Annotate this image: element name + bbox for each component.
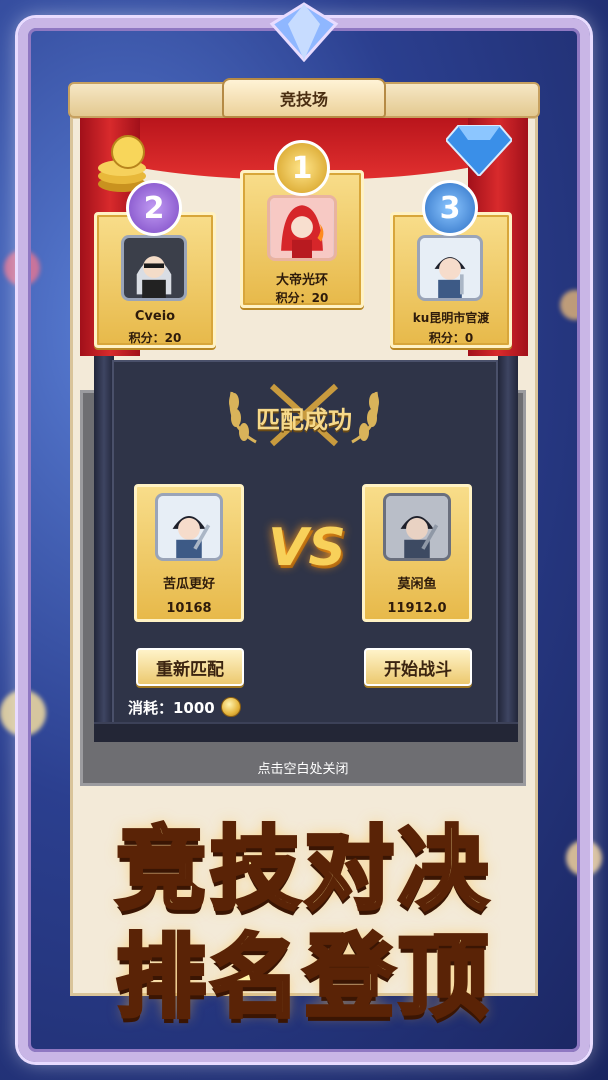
rank-1-badge: 1	[274, 140, 330, 196]
avatar	[267, 195, 337, 261]
opponent-name: 莫闲鱼	[397, 577, 437, 592]
opponent-fighter-card: 莫闲鱼 11912.0	[362, 484, 472, 622]
frame-gem-icon	[269, 2, 339, 62]
player-name: Cveio	[134, 309, 176, 324]
vs-label: VS	[268, 518, 346, 578]
cost-text: 消耗：1000	[128, 698, 215, 717]
rank-2-badge: 2	[126, 180, 182, 236]
promo-line-2: 排名登顶	[114, 923, 492, 1032]
start-battle-button[interactable]: 开始战斗	[364, 648, 472, 686]
match-success-title: 匹配成功	[256, 405, 352, 434]
player-score: 10168	[166, 601, 212, 616]
rank-3-badge: 3	[422, 180, 478, 236]
player-fighter-card: 苦瓜更好 10168	[134, 484, 244, 622]
avatar	[383, 493, 451, 561]
player-name: ku昆明市官渡	[412, 311, 490, 325]
opponent-score: 11912.0	[387, 601, 447, 616]
dialog-pillar-right	[498, 356, 518, 736]
close-hint: 点击空白处关闭	[257, 762, 349, 777]
match-cost: 消耗：1000	[128, 696, 241, 718]
player-name: 苦瓜更好	[162, 577, 215, 592]
diamond-icon	[446, 125, 512, 176]
rematch-button[interactable]: 重新匹配	[136, 648, 244, 686]
dialog-pillar-left	[94, 356, 114, 736]
avatar	[121, 235, 187, 301]
avatar	[417, 235, 483, 301]
player-score: 积分：0	[428, 331, 474, 345]
page-title: 竞技场	[222, 78, 386, 118]
dialog-base	[94, 722, 518, 742]
coin-icon	[220, 697, 241, 717]
player-score: 积分：20	[128, 331, 182, 345]
player-score: 积分：20	[275, 291, 329, 305]
player-name: 大帝光环	[275, 273, 328, 288]
avatar	[155, 493, 223, 561]
